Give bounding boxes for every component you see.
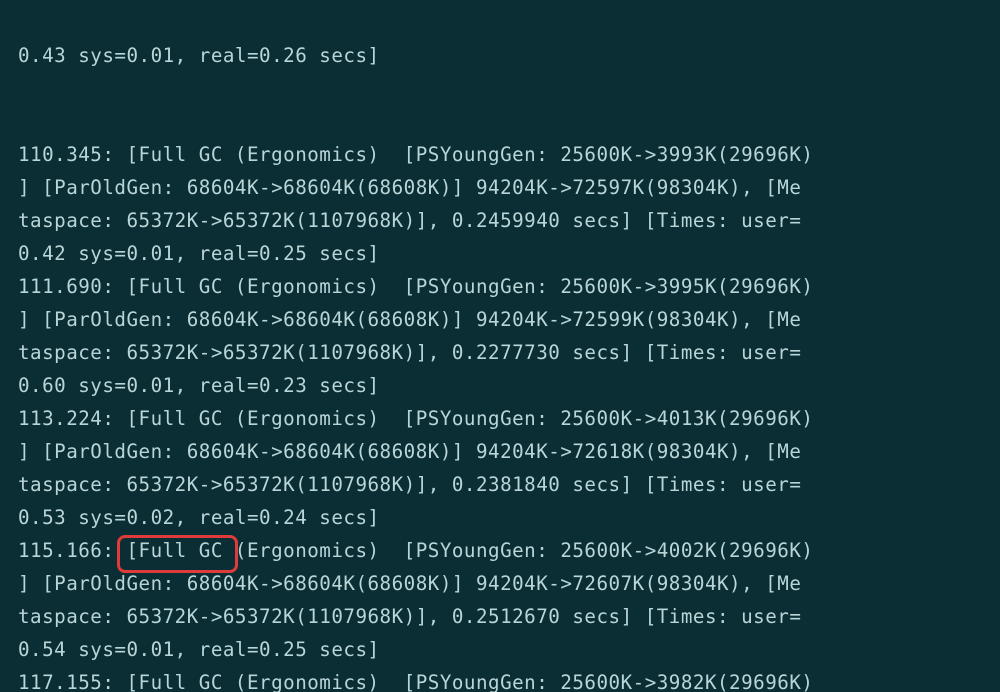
gc-entry-line1: 115.166: [Full GC (Ergonomics) [PSYoungG… xyxy=(0,534,1000,567)
gc-entry-line2: ] [ParOldGen: 68604K->68604K(68608K)] 94… xyxy=(0,567,1000,600)
gc-entry-line4: 0.42 sys=0.01, real=0.25 secs] xyxy=(0,237,1000,270)
gc-entry-line3: taspace: 65372K->65372K(1107968K)], 0.24… xyxy=(0,204,1000,237)
gc-entry-line3: taspace: 65372K->65372K(1107968K)], 0.22… xyxy=(0,336,1000,369)
gc-entry-line1: 111.690: [Full GC (Ergonomics) [PSYoungG… xyxy=(0,270,1000,303)
gc-entry-line3: taspace: 65372K->65372K(1107968K)], 0.23… xyxy=(0,468,1000,501)
gc-entry-line1: 110.345: [Full GC (Ergonomics) [PSYoungG… xyxy=(0,138,1000,171)
gc-entry-line2: ] [ParOldGen: 68604K->68604K(68608K)] 94… xyxy=(0,435,1000,468)
log-line-partial: 0.43 sys=0.01, real=0.26 secs] xyxy=(0,39,1000,72)
gc-entry-line2: ] [ParOldGen: 68604K->68604K(68608K)] 94… xyxy=(0,171,1000,204)
gc-entry-line1: 117.155: [Full GC (Ergonomics) [PSYoungG… xyxy=(0,666,1000,692)
gc-entry-line4: 0.60 sys=0.01, real=0.23 secs] xyxy=(0,369,1000,402)
gc-entry-line3: taspace: 65372K->65372K(1107968K)], 0.25… xyxy=(0,600,1000,633)
gc-entry-line2: ] [ParOldGen: 68604K->68604K(68608K)] 94… xyxy=(0,303,1000,336)
gc-entry-line1: 113.224: [Full GC (Ergonomics) [PSYoungG… xyxy=(0,402,1000,435)
terminal-output: 0.43 sys=0.01, real=0.26 secs] 110.345: … xyxy=(0,0,1000,692)
gc-entry-line4: 0.54 sys=0.01, real=0.25 secs] xyxy=(0,633,1000,666)
gc-entry-line4: 0.53 sys=0.02, real=0.24 secs] xyxy=(0,501,1000,534)
